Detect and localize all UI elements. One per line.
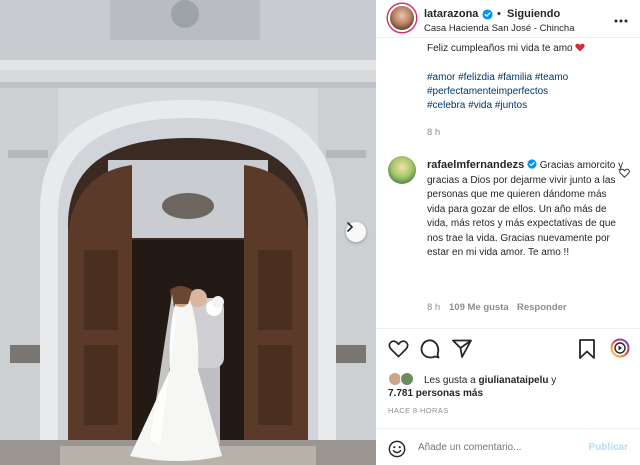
instagram-gradient-icon[interactable] [610, 338, 630, 363]
caption-text: Feliz cumpleaños mi vida te amo [427, 43, 573, 54]
author-username[interactable]: latarazona [424, 8, 478, 20]
following-button[interactable]: Siguiendo [507, 8, 560, 20]
commenter-avatar[interactable] [388, 156, 416, 184]
post-location-link[interactable]: Casa Hacienda San José - Chincha [424, 23, 575, 34]
likes-conjunction: y [551, 375, 557, 386]
author-avatar[interactable] [388, 4, 416, 32]
caption-hashtags-1[interactable]: #amor #felizdia #familia #teamo [427, 71, 627, 85]
share-paper-plane-icon[interactable] [452, 339, 472, 363]
post-actions-bar [376, 328, 640, 368]
emoji-picker-icon[interactable] [388, 440, 406, 463]
comment-likes-count[interactable]: 109 Me gusta [449, 302, 509, 313]
comment-text: Gracias amorcito y gracias a Dios por de… [427, 160, 624, 258]
likes-summary: Les gusta a giulianataipelu y 7.781 pers… [376, 368, 640, 404]
likes-line: Les gusta a giulianataipelu y [424, 373, 556, 388]
follow-separator: • [497, 8, 501, 20]
chevron-right-icon [347, 222, 354, 232]
likes-others-count[interactable]: 7.781 personas más [388, 388, 483, 399]
comment-bubble-icon[interactable] [420, 339, 440, 364]
caption-hashtags-3[interactable]: #celebra #vida #juntos [427, 99, 627, 113]
comments-list[interactable]: Feliz cumpleaños mi vida te amo #amor #f… [376, 38, 640, 328]
add-comment-bar: Publicar [376, 428, 640, 465]
more-options-icon[interactable] [614, 10, 628, 28]
carousel-next-button[interactable] [346, 222, 366, 242]
comment-body: rafaelmfernandezs Gracias amorcito y gra… [427, 158, 625, 261]
caption-time[interactable]: 8 h [427, 127, 440, 138]
like-heart-icon[interactable] [388, 339, 409, 363]
post-header: latarazona • Siguiendo Casa Hacienda San… [376, 0, 640, 38]
likes-prefix: Les gusta a [424, 375, 476, 386]
post-photo[interactable] [0, 0, 376, 465]
caption-hashtags-2[interactable]: #perfectamenteimperfectos [427, 85, 627, 99]
comment-time[interactable]: 8 h [427, 302, 440, 313]
caption-text-line: Feliz cumpleaños mi vida te amo [427, 42, 627, 56]
commenter-username[interactable]: rafaelmfernandezs [427, 159, 524, 171]
liker-avatar[interactable] [400, 372, 414, 386]
verified-badge-icon [527, 159, 537, 169]
comment-input[interactable] [418, 442, 578, 453]
red-heart-emoji-icon [575, 43, 586, 52]
publish-comment-button[interactable]: Publicar [589, 442, 628, 453]
like-comment-heart-icon[interactable] [619, 165, 630, 183]
post-side-panel: latarazona • Siguiendo Casa Hacienda San… [376, 0, 640, 465]
post-timestamp[interactable]: HACE 8 HORAS [388, 406, 449, 415]
save-bookmark-icon[interactable] [579, 339, 595, 364]
comment-reply-button[interactable]: Responder [517, 302, 567, 313]
liker-username[interactable]: giulianataipelu [479, 375, 549, 386]
wedding-photo-illustration [0, 0, 376, 465]
